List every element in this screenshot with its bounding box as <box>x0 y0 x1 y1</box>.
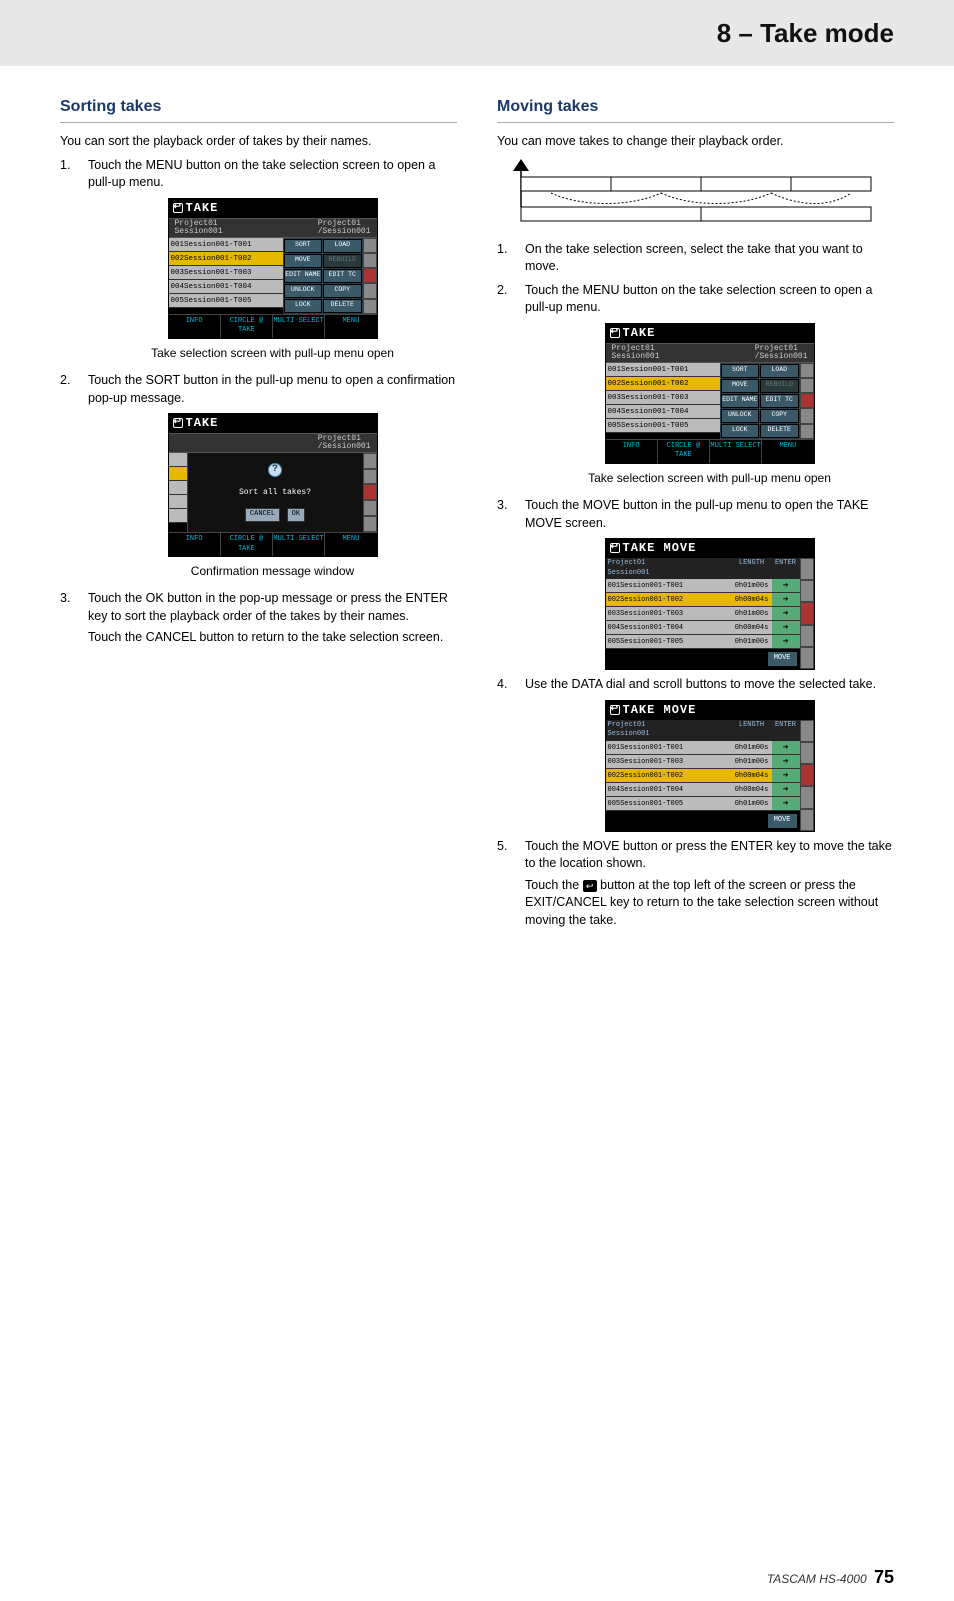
move-step-3: Touch the MOVE button in the pull-up men… <box>497 497 894 670</box>
sort-intro: You can sort the playback order of takes… <box>60 133 457 151</box>
take-row[interactable]: 001Session001-T001 <box>169 238 283 252</box>
sorting-takes-section: Sorting takes You can sort the playback … <box>60 96 457 935</box>
take-move-row[interactable]: 003Session001-T0030h01m00s➔ <box>606 755 800 769</box>
cancel-button[interactable]: CANCEL <box>245 508 280 522</box>
take-move-row[interactable]: 005Session001-T0050h01m00s➔ <box>606 635 800 649</box>
footer-info[interactable]: INFO <box>169 315 221 339</box>
copy-button[interactable]: COPY <box>323 284 362 298</box>
footer-circle-take[interactable]: CIRCLE @ TAKE <box>221 533 273 557</box>
take-row[interactable]: 002Session001-T002 <box>169 252 283 266</box>
take-move-row[interactable]: 004Session001-T0040h00m04s➔ <box>606 621 800 635</box>
edit-tc-button[interactable]: EDIT TC <box>760 394 799 408</box>
back-icon <box>173 203 183 213</box>
breadcrumb: Project01Session001 <box>175 220 223 236</box>
caption-take-menu-2: Take selection screen with pull-up menu … <box>525 470 894 487</box>
move-step-2: Touch the MENU button on the take select… <box>497 282 894 487</box>
take-row[interactable]: 004Session001-T004 <box>169 280 283 294</box>
take-move-row[interactable]: 001Session001-T0010h01m00s➔ <box>606 579 800 593</box>
question-icon: ? <box>268 463 282 477</box>
take-row[interactable]: 003Session001-T003 <box>169 266 283 280</box>
take-row[interactable]: 004Session001-T004 <box>606 405 720 419</box>
footer-circle-take[interactable]: CIRCLE @ TAKE <box>221 315 273 339</box>
back-icon <box>173 418 183 428</box>
footer-info[interactable]: INFO <box>606 440 658 464</box>
take-row[interactable]: 005Session001-T005 <box>169 294 283 308</box>
sort-step-3: Touch the OK button in the pop-up messag… <box>60 590 457 647</box>
footer-circle-take[interactable]: CIRCLE @ TAKE <box>658 440 710 464</box>
ok-button[interactable]: OK <box>287 508 305 522</box>
page-footer: TASCAM HS-4000 75 <box>0 1555 954 1600</box>
screenshot-take-menu-2: TAKE Project01Session001Project01/Sessio… <box>605 323 815 464</box>
chapter-title: 8 – Take mode <box>717 15 894 51</box>
take-row[interactable]: 002Session001-T002 <box>606 377 720 391</box>
take-move-row[interactable]: 005Session001-T0050h01m00s➔ <box>606 797 800 811</box>
footer-menu[interactable]: MENU <box>762 440 813 464</box>
footer-menu[interactable]: MENU <box>325 315 376 339</box>
lock-button[interactable]: LOCK <box>284 299 323 313</box>
load-button[interactable]: LOAD <box>760 364 799 378</box>
back-icon <box>610 328 620 338</box>
moving-takes-section: Moving takes You can move takes to chang… <box>497 96 894 935</box>
move-intro: You can move takes to change their playb… <box>497 133 894 151</box>
move-button[interactable]: MOVE <box>767 651 798 667</box>
page-number: 75 <box>874 1567 894 1587</box>
sort-step-1: Touch the MENU button on the take select… <box>60 157 457 362</box>
unlock-button[interactable]: UNLOCK <box>284 284 323 298</box>
section-title-move: Moving takes <box>497 96 894 123</box>
footer-multi-select[interactable]: MULTI SELECT <box>273 315 325 339</box>
take-row[interactable]: 003Session001-T003 <box>606 391 720 405</box>
confirm-message: Sort all takes? <box>192 487 359 498</box>
page-header: 8 – Take mode <box>0 0 954 66</box>
unlock-button[interactable]: UNLOCK <box>721 409 760 423</box>
screenshot-take-menu: TAKE Project01Session001Project01/Sessio… <box>168 198 378 339</box>
move-button[interactable]: MOVE <box>767 813 798 829</box>
section-title-sort: Sorting takes <box>60 96 457 123</box>
back-icon-inline: ↩ <box>583 880 597 892</box>
back-icon <box>610 543 620 553</box>
sort-step-2: Touch the SORT button in the pull-up men… <box>60 372 457 580</box>
footer-multi-select[interactable]: MULTI SELECT <box>273 533 325 557</box>
take-move-row[interactable]: 002Session001-T0020h00m04s➔ <box>606 769 800 783</box>
footer-brand: TASCAM HS-4000 <box>767 1572 867 1586</box>
sort-button[interactable]: SORT <box>284 239 323 253</box>
back-icon <box>610 705 620 715</box>
load-button[interactable]: LOAD <box>323 239 362 253</box>
edit-tc-button[interactable]: EDIT TC <box>323 269 362 283</box>
take-move-row[interactable]: 004Session001-T0040h00m04s➔ <box>606 783 800 797</box>
lock-button[interactable]: LOCK <box>721 424 760 438</box>
edit-name-button[interactable]: EDIT NAME <box>721 394 760 408</box>
screenshot-confirm: TAKE Project01/Session001 ? Sort all tak… <box>168 413 378 557</box>
delete-button[interactable]: DELETE <box>323 299 362 313</box>
caption-confirm: Confirmation message window <box>88 563 457 580</box>
take-row[interactable]: 005Session001-T005 <box>606 419 720 433</box>
rebuild-button[interactable]: REBUILD <box>323 254 362 268</box>
move-button[interactable]: MOVE <box>721 379 760 393</box>
take-move-row[interactable]: 002Session001-T0020h00m04s➔ <box>606 593 800 607</box>
screenshot-takemove-2: TAKE MOVE Project01Session001LENGTHENTER… <box>605 700 815 832</box>
move-step-1: On the take selection screen, select the… <box>497 241 894 276</box>
rebuild-button[interactable]: REBUILD <box>760 379 799 393</box>
move-step-4: Use the DATA dial and scroll buttons to … <box>497 676 894 832</box>
footer-menu[interactable]: MENU <box>325 533 376 557</box>
copy-button[interactable]: COPY <box>760 409 799 423</box>
take-row[interactable]: 001Session001-T001 <box>606 363 720 377</box>
edit-name-button[interactable]: EDIT NAME <box>284 269 323 283</box>
delete-button[interactable]: DELETE <box>760 424 799 438</box>
move-slot-diagram <box>511 157 881 227</box>
take-move-row[interactable]: 001Session001-T0010h01m00s➔ <box>606 741 800 755</box>
move-step-5: Touch the MOVE button or press the ENTER… <box>497 838 894 930</box>
footer-info[interactable]: INFO <box>169 533 221 557</box>
caption-take-menu: Take selection screen with pull-up menu … <box>88 345 457 362</box>
move-button[interactable]: MOVE <box>284 254 323 268</box>
sort-button[interactable]: SORT <box>721 364 760 378</box>
take-move-row[interactable]: 003Session001-T0030h01m00s➔ <box>606 607 800 621</box>
screenshot-takemove-1: TAKE MOVE Project01Session001LENGTHENTER… <box>605 538 815 670</box>
footer-multi-select[interactable]: MULTI SELECT <box>710 440 762 464</box>
